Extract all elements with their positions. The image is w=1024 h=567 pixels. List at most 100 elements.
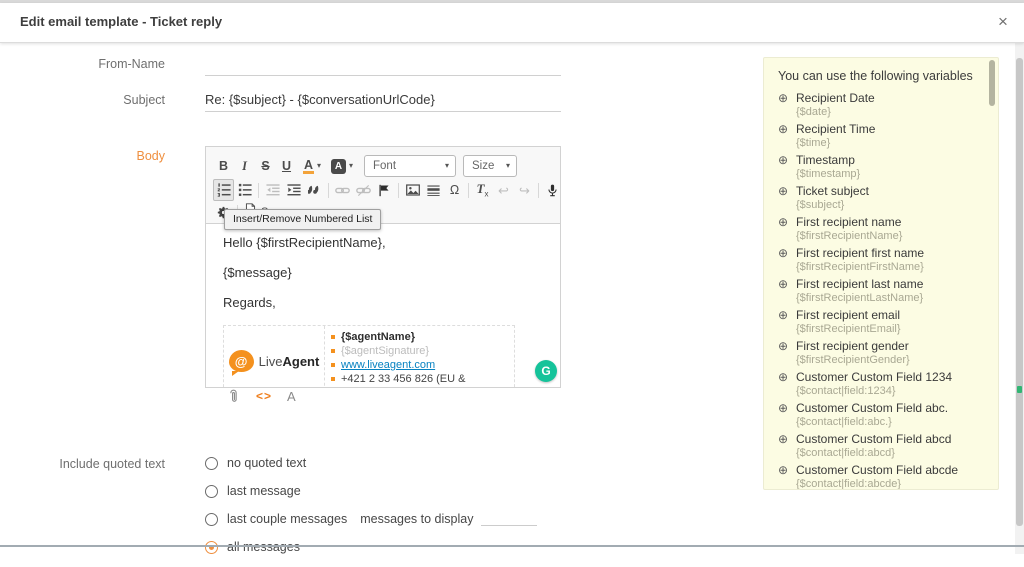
plain-text-button[interactable]: A <box>287 389 296 404</box>
body-label: Body <box>136 149 166 163</box>
variable-code: {$firstRecipientEmail} <box>796 323 901 335</box>
variable-item[interactable]: ⊕ First recipient name {$firstRecipientN… <box>778 215 974 243</box>
remove-format-button[interactable]: Tx <box>472 179 493 201</box>
blockquote-button[interactable] <box>304 179 325 201</box>
microphone-button[interactable] <box>542 179 563 201</box>
signature-logo-cell: @ LiveAgent <box>224 326 325 387</box>
radio-option[interactable]: no quoted text <box>205 455 537 471</box>
variable-code: {$timestamp} <box>796 168 861 180</box>
subject-input[interactable] <box>205 91 561 112</box>
radio-option-label: all messages <box>227 540 300 554</box>
variable-item[interactable]: ⊕ Customer Custom Field 1234 {$contact|f… <box>778 370 974 398</box>
numbered-list-button[interactable] <box>213 179 234 201</box>
image-button[interactable] <box>402 179 423 201</box>
variable-code: {$time} <box>796 137 831 149</box>
variable-code: {$date} <box>796 106 831 118</box>
font-dropdown-label: Font <box>373 160 397 172</box>
increase-indent-button[interactable] <box>283 179 304 201</box>
logo-live-text: Live <box>258 353 283 369</box>
variable-name: Timestamp <box>796 153 855 167</box>
flag-button[interactable] <box>374 179 395 201</box>
strikethrough-button[interactable]: S <box>255 155 276 177</box>
close-icon[interactable]: × <box>992 11 1014 33</box>
plus-circle-icon: ⊕ <box>778 277 789 291</box>
variable-name: First recipient gender <box>796 339 909 353</box>
variable-code: {$subject} <box>796 199 845 211</box>
background-color-button[interactable]: A ▾ <box>327 155 357 177</box>
omega-button[interactable]: Ω <box>444 179 465 201</box>
attachment-button[interactable] <box>226 389 241 404</box>
editor-footer-actions: <> A <box>226 387 296 405</box>
text-color-button[interactable]: A ▾ <box>297 155 327 177</box>
variable-item[interactable]: ⊕ Customer Custom Field abcde {$contact|… <box>778 464 974 490</box>
grammarly-icon[interactable]: G <box>535 360 557 382</box>
radio-option-label: last couple messages <box>227 512 348 526</box>
signature-details-cell: {$agentName} {$agentSignature} www.livea… <box>325 326 514 387</box>
separator <box>258 182 259 198</box>
radio-circle-icon <box>205 540 218 554</box>
hr-lines-button[interactable] <box>423 179 444 201</box>
page-scrollbar[interactable] <box>1015 42 1024 554</box>
from-name-input[interactable] <box>205 57 561 76</box>
variables-panel: You can use the following variables ⊕ Re… <box>763 57 999 490</box>
panel-scrollbar[interactable] <box>989 60 995 487</box>
variable-item[interactable]: ⊕ Recipient Date {$date} <box>778 91 974 119</box>
bullet-square-icon <box>331 377 335 382</box>
variable-item[interactable]: ⊕ Ticket subject {$subject} <box>778 185 974 212</box>
body-line: {$message} <box>223 265 292 280</box>
variables-list: ⊕ Recipient Date {$date} ⊕ Recipient Tim… <box>778 92 974 490</box>
decrease-indent-button[interactable] <box>262 179 283 201</box>
liveagent-logo: @ LiveAgent <box>228 350 319 376</box>
variable-item[interactable]: ⊕ Timestamp {$timestamp} <box>778 153 974 181</box>
liveagent-bubble-icon: @ <box>228 350 254 376</box>
bullet-square-icon <box>331 335 335 339</box>
radio-option[interactable]: all messages <box>205 539 537 555</box>
variable-item[interactable]: ⊕ First recipient last name {$firstRecip… <box>778 277 974 305</box>
variable-code: {$contact|field:abcd} <box>796 447 895 459</box>
underline-button[interactable]: U <box>276 155 297 177</box>
plus-circle-icon: ⊕ <box>778 432 789 446</box>
variable-name: Recipient Date <box>796 91 875 105</box>
editor-content-area[interactable]: Hello {$firstRecipientName}, {$message} … <box>206 223 560 387</box>
toolbar-row-1: BISU A ▾ A ▾ Font ▾ Size ▾ <box>213 154 553 178</box>
variable-code: {$firstRecipientGender} <box>796 354 910 366</box>
variable-item[interactable]: ⊕ Customer Custom Field abcd {$contact|f… <box>778 432 974 460</box>
redo-button[interactable]: ↪ <box>514 179 535 201</box>
dialog-bottom-border <box>0 545 1024 547</box>
messages-count-input[interactable] <box>481 513 538 526</box>
panel-scrollbar-thumb[interactable] <box>989 60 995 106</box>
bold-button[interactable]: B <box>213 155 234 177</box>
size-dropdown-label: Size <box>472 160 495 172</box>
size-dropdown[interactable]: Size ▾ <box>463 155 517 177</box>
page-scrollbar-thumb[interactable] <box>1016 58 1023 526</box>
variable-item[interactable]: ⊕ First recipient gender {$firstRecipien… <box>778 339 974 367</box>
font-dropdown[interactable]: Font ▾ <box>364 155 456 177</box>
dialog-title: Edit email template - Ticket reply <box>20 14 223 29</box>
plus-circle-icon: ⊕ <box>778 246 789 260</box>
plus-circle-icon: ⊕ <box>778 215 789 229</box>
unlink-button[interactable] <box>353 179 374 201</box>
separator <box>398 182 399 198</box>
caret-down-icon: ▾ <box>348 161 353 170</box>
variable-item[interactable]: ⊕ First recipient first name {$firstReci… <box>778 246 974 274</box>
link-button[interactable] <box>332 179 353 201</box>
radio-option-label: last message <box>227 484 301 498</box>
quoted-text-radio-group: no quoted text last message last couple … <box>205 455 538 567</box>
caret-down-icon: ▾ <box>444 161 449 170</box>
caret-down-icon: ▾ <box>505 161 510 170</box>
variable-name: Customer Custom Field abcde <box>796 463 959 477</box>
italic-button[interactable]: I <box>234 155 255 177</box>
include-quoted-text-label: Include quoted text <box>59 457 165 471</box>
radio-option[interactable]: last message <box>205 483 537 499</box>
variable-name: Customer Custom Field 1234 <box>796 370 953 384</box>
plus-circle-icon: ⊕ <box>778 308 789 322</box>
signature-block: @ LiveAgent {$agentName} {$agentSignatur… <box>223 325 515 387</box>
variable-item[interactable]: ⊕ First recipient email {$firstRecipient… <box>778 308 974 336</box>
html-source-button[interactable]: <> <box>256 389 272 403</box>
text-color-a: A <box>302 157 314 174</box>
undo-button[interactable]: ↩ <box>493 179 514 201</box>
bullet-list-button[interactable] <box>234 179 255 201</box>
radio-option[interactable]: last couple messages messages to display <box>205 511 538 527</box>
variable-item[interactable]: ⊕ Recipient Time {$time} <box>778 123 974 150</box>
variable-item[interactable]: ⊕ Customer Custom Field abc. {$contact|f… <box>778 402 974 429</box>
